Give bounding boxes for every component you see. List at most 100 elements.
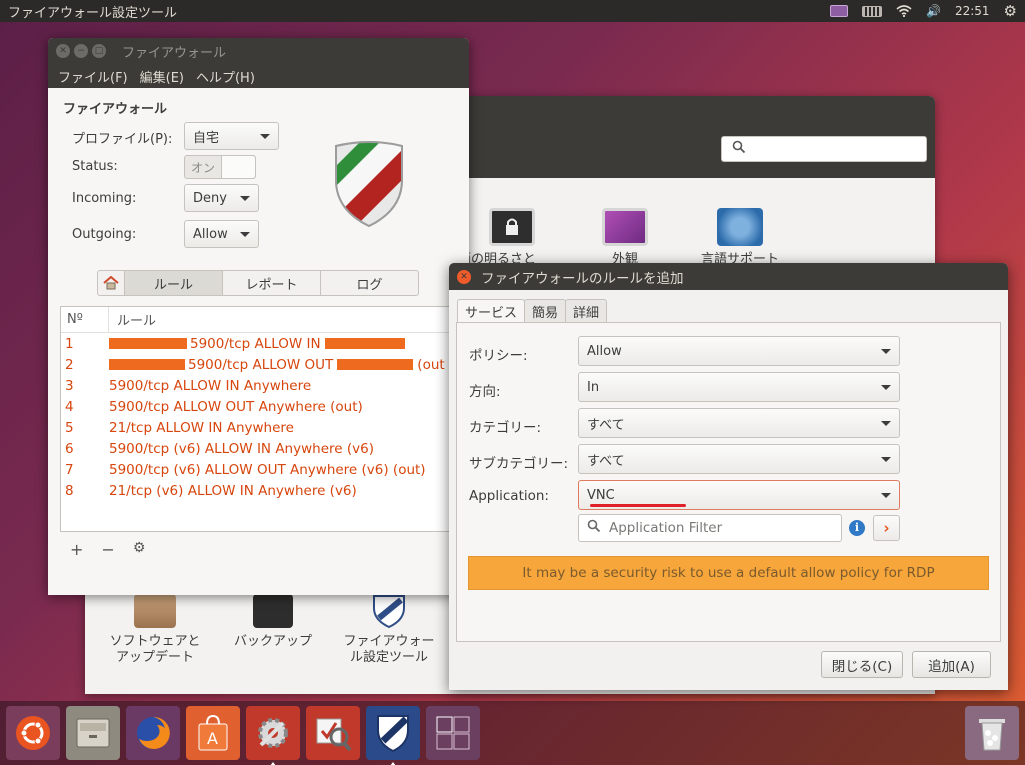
settings-item-label: ファイアウォー ル設定ツール	[343, 634, 435, 665]
rule-text-cell: 5900/tcp ALLOW OUT (out	[109, 357, 445, 373]
indicator-area: 🔊 22:51 ⚙	[830, 2, 1025, 20]
settings-item-firewall[interactable]: ファイアウォー ル設定ツール	[339, 594, 439, 666]
profile-select[interactable]: 自宅	[184, 122, 279, 150]
subcategory-select[interactable]: すべて	[578, 444, 900, 474]
wifi-icon[interactable]	[896, 5, 912, 17]
rule-row[interactable]: 6 5900/tcp (v6) ALLOW IN Anywhere (v6)	[61, 438, 457, 459]
remove-rule-button[interactable]: −	[101, 540, 114, 559]
subcategory-value: すべて	[587, 453, 625, 469]
workspace-switcher-icon[interactable]	[830, 5, 848, 17]
category-label: カテゴリー:	[469, 420, 542, 436]
category-select[interactable]: すべて	[578, 408, 900, 438]
rule-text: 5900/tcp ALLOW IN	[190, 335, 321, 352]
add-rule-button[interactable]: +	[70, 540, 83, 559]
software-center-icon[interactable]: A	[186, 706, 240, 760]
incoming-select[interactable]: Deny	[184, 184, 259, 212]
firewall-body: ファイアウォール プロファイル(P): 自宅 Status: オン Incomi…	[48, 88, 469, 595]
status-label: Status:	[72, 159, 118, 174]
direction-label: 方向:	[469, 384, 501, 400]
system-settings-icon[interactable]	[246, 706, 300, 765]
redacted-address	[324, 338, 405, 349]
menubar: ファイル(F) 編集(E) ヘルプ(H)	[48, 64, 469, 88]
top-panel: ファイアウォール設定ツール 🔊 22:51 ⚙	[0, 0, 1025, 22]
rule-row[interactable]: 2 5900/tcp ALLOW OUT (out	[61, 354, 457, 375]
clock[interactable]: 22:51	[955, 4, 990, 18]
tab-service[interactable]: サービス	[457, 299, 526, 323]
settings-item-backup[interactable]: バックアップ	[225, 594, 321, 650]
rule-number: 2	[65, 356, 74, 373]
rule-text-cell: 5900/tcp (v6) ALLOW OUT Anywhere (v6) (o…	[109, 462, 426, 478]
tab-advanced[interactable]: 詳細	[565, 299, 608, 323]
rule-text: 5900/tcp ALLOW IN Anywhere	[109, 377, 312, 394]
rule-settings-button[interactable]: ⚙	[133, 540, 146, 559]
menu-help[interactable]: ヘルプ(H)	[190, 67, 261, 86]
rule-text: 21/tcp (v6) ALLOW IN Anywhere (v6)	[109, 482, 357, 499]
volume-icon[interactable]: 🔊	[926, 4, 941, 18]
trash-icon[interactable]	[965, 706, 1019, 760]
tab-report[interactable]: レポート	[222, 271, 320, 295]
home-icon[interactable]	[98, 271, 124, 295]
system-menu-gear-icon[interactable]: ⚙	[1004, 2, 1017, 20]
files-icon[interactable]	[66, 706, 120, 760]
application-value: VNC	[587, 487, 615, 503]
column-header-no[interactable]: Nº	[61, 307, 109, 332]
dialog-titlebar: ✕ ファイアウォールのルールを追加	[449, 263, 1008, 290]
direction-select[interactable]: In	[578, 372, 900, 402]
settings-item-appearance[interactable]: 外観	[595, 208, 655, 268]
settings-item-software[interactable]: ソフトウェアと アップデート	[107, 594, 203, 666]
firefox-icon[interactable]	[126, 706, 180, 760]
search-icon	[732, 140, 746, 158]
firewall-shield-icon	[335, 141, 403, 228]
rule-number: 5	[65, 419, 74, 436]
tab-rules[interactable]: ルール	[124, 271, 222, 295]
policy-select[interactable]: Allow	[578, 336, 900, 366]
active-app-title: ファイアウォール設定ツール	[8, 5, 178, 21]
close-icon[interactable]: ✕	[457, 269, 471, 284]
close-icon[interactable]: ✕	[56, 44, 70, 58]
incoming-value: Deny	[193, 190, 227, 206]
settings-item-label: バックアップ	[233, 634, 312, 649]
minimize-icon[interactable]: −	[74, 44, 88, 58]
workspace-switcher-icon[interactable]	[426, 706, 480, 760]
disk-usage-analyzer-icon[interactable]	[306, 706, 360, 760]
outgoing-select[interactable]: Allow	[184, 220, 259, 248]
tab-log[interactable]: ログ	[320, 271, 418, 295]
outgoing-value: Allow	[193, 226, 228, 242]
firewall-launcher-icon[interactable]	[366, 706, 420, 765]
chevron-down-icon	[240, 231, 250, 237]
keyboard-icon[interactable]	[862, 5, 882, 17]
rule-row[interactable]: 4 5900/tcp ALLOW OUT Anywhere (out)	[61, 396, 457, 417]
policy-value: Allow	[587, 343, 622, 359]
column-header-rule[interactable]: ルール	[109, 310, 156, 329]
rule-row[interactable]: 3 5900/tcp ALLOW IN Anywhere	[61, 375, 457, 396]
rule-row[interactable]: 5 21/tcp ALLOW IN Anywhere	[61, 417, 457, 438]
settings-search-input[interactable]	[721, 136, 927, 162]
application-filter-input[interactable]: Application Filter	[578, 514, 842, 542]
rule-row[interactable]: 1 5900/tcp ALLOW IN	[61, 333, 457, 354]
menu-edit[interactable]: 編集(E)	[134, 67, 190, 86]
settings-item-language[interactable]: 言語サポート	[695, 208, 785, 268]
rule-text-cell: 5900/tcp ALLOW OUT Anywhere (out)	[109, 399, 363, 415]
chevron-right-icon[interactable]: ›	[873, 515, 900, 541]
info-icon[interactable]: i	[849, 520, 865, 536]
settings-item-brightness[interactable]: 面の明るさと	[458, 208, 547, 268]
toggle-knob	[221, 156, 255, 178]
status-toggle[interactable]: オン	[184, 155, 256, 179]
firewall-titlebar: ✕ − □ ファイアウォール	[48, 38, 469, 64]
add-button[interactable]: 追加(A)	[912, 651, 991, 678]
application-label: Application:	[469, 488, 549, 504]
category-value: すべて	[587, 417, 625, 433]
tab-simple[interactable]: 簡易	[524, 299, 567, 323]
lock-icon	[489, 208, 535, 246]
close-button[interactable]: 閉じる(C)	[821, 651, 903, 678]
chevron-down-icon	[881, 384, 891, 390]
rule-row[interactable]: 8 21/tcp (v6) ALLOW IN Anywhere (v6)	[61, 480, 457, 501]
menu-file[interactable]: ファイル(F)	[52, 67, 134, 86]
rules-toolbar: + − ⚙	[70, 540, 145, 559]
rule-number: 1	[65, 335, 74, 352]
direction-value: In	[587, 379, 600, 395]
ubuntu-logo-icon[interactable]	[6, 706, 60, 760]
maximize-icon[interactable]: □	[92, 44, 106, 58]
rule-row[interactable]: 7 5900/tcp (v6) ALLOW OUT Anywhere (v6) (…	[61, 459, 457, 480]
appearance-icon	[602, 208, 648, 246]
